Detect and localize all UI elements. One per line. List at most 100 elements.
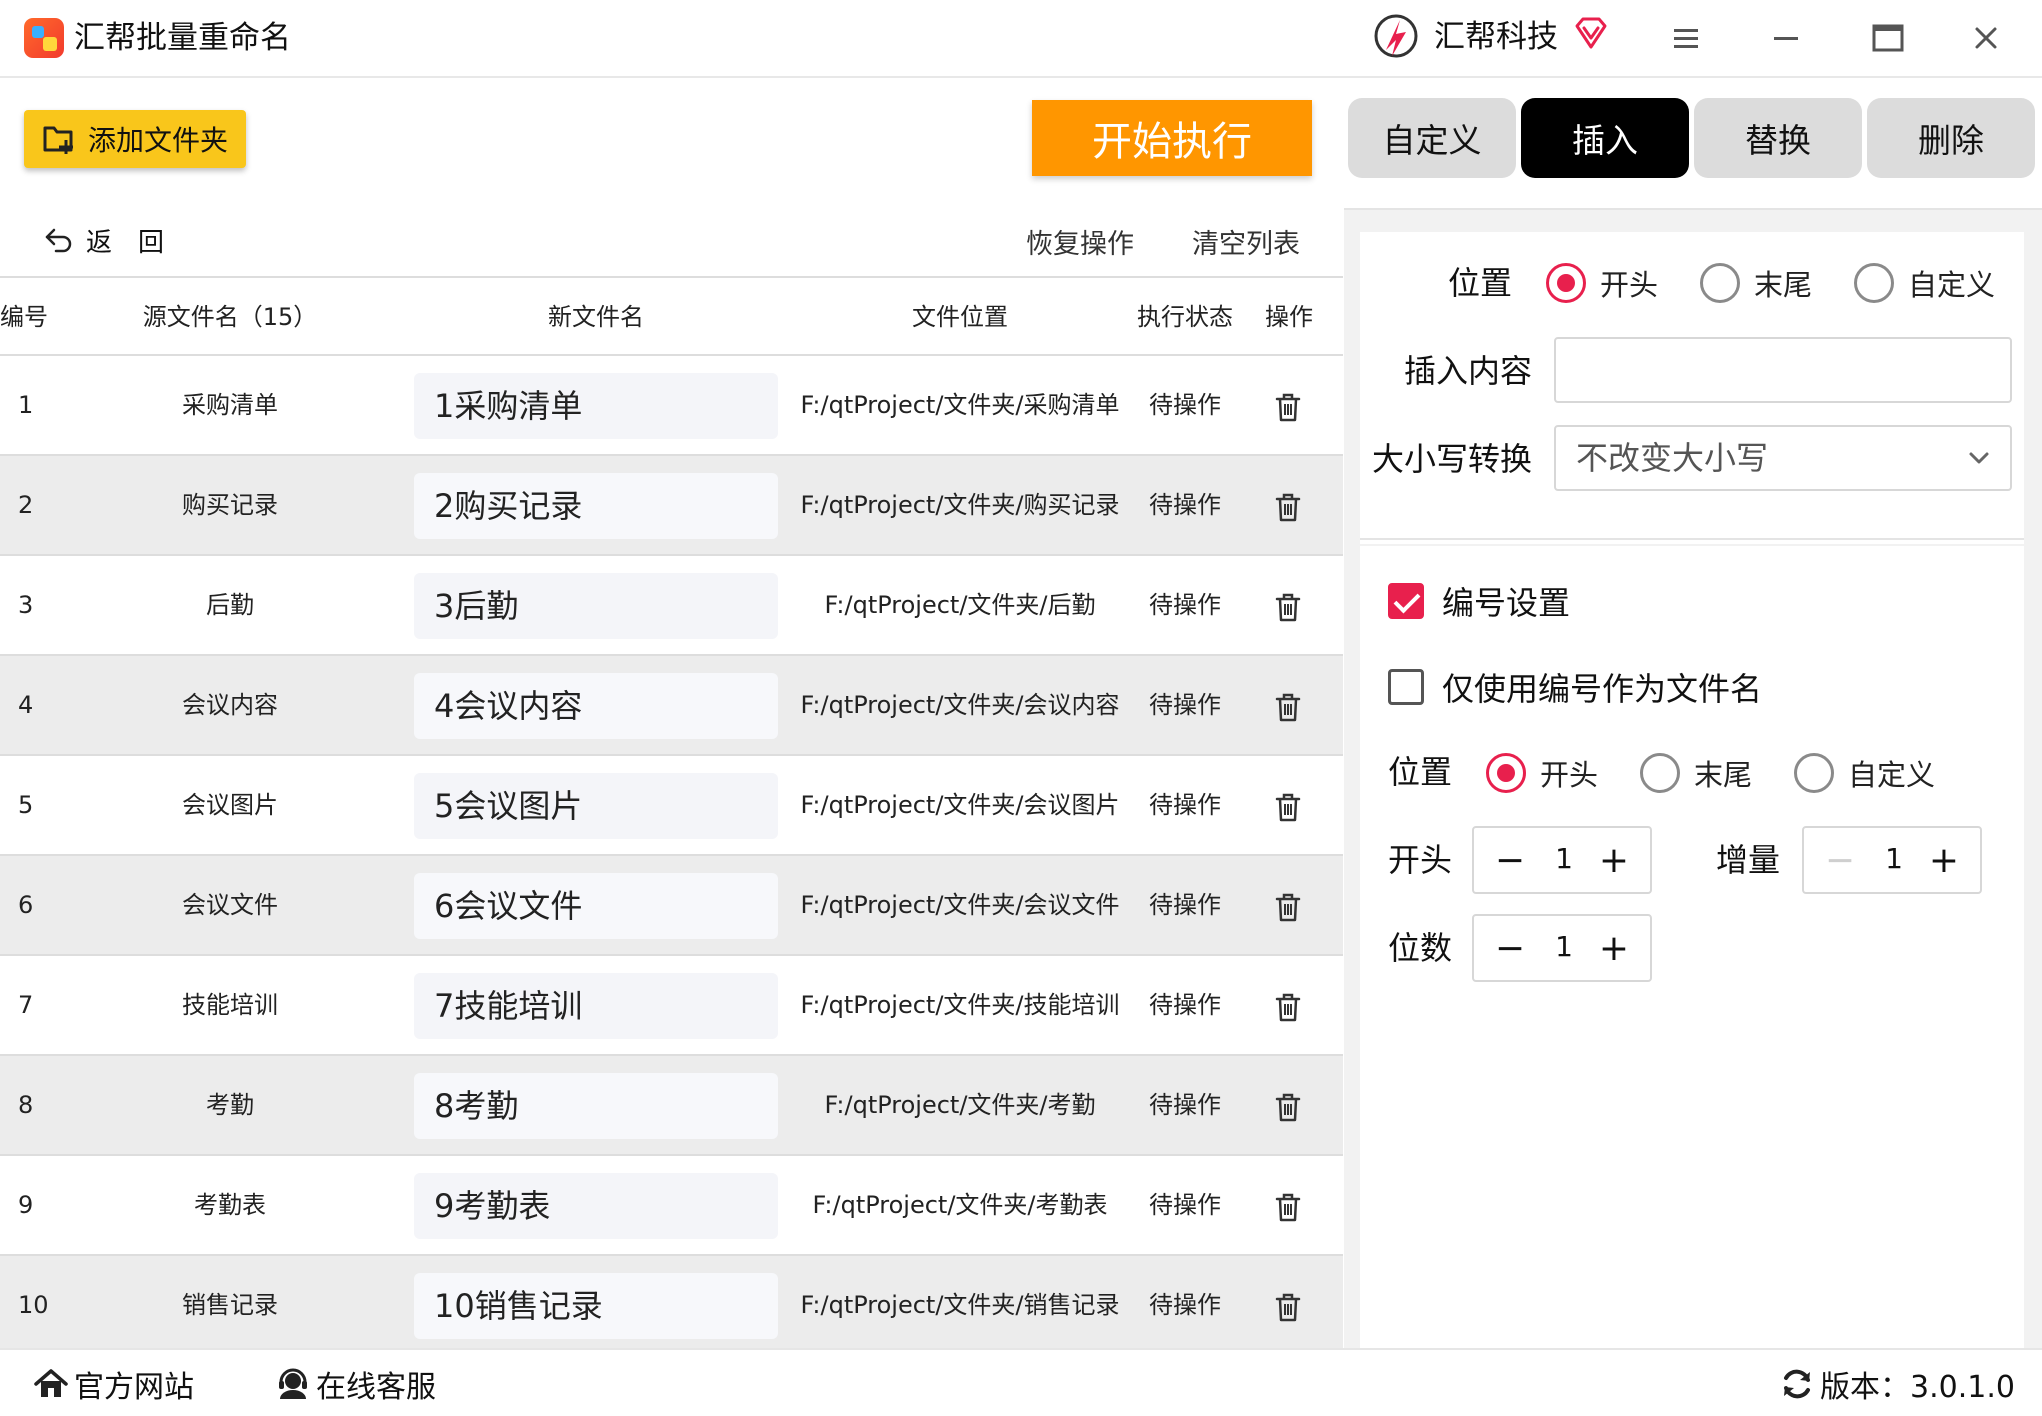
vip-diamond-icon[interactable] — [1574, 16, 1608, 50]
menu-button[interactable] — [1664, 18, 1708, 58]
trash-icon[interactable] — [1274, 1092, 1302, 1122]
official-website-link[interactable]: 官方网站 — [34, 1360, 194, 1408]
source-filename: 会议图片 — [182, 791, 278, 819]
row-number: 4 — [18, 691, 34, 719]
digits-stepper[interactable]: − 1 + — [1472, 914, 1652, 982]
table-row[interactable]: 8 考勤 8考勤 F:/qtProject/文件夹/考勤 待操作 — [0, 1056, 1343, 1156]
col-header-src: 源文件名（15） — [142, 303, 318, 331]
table-row[interactable]: 10 销售记录 10销售记录 F:/qtProject/文件夹/销售记录 待操作 — [0, 1256, 1343, 1356]
refresh-icon — [1784, 1369, 1810, 1399]
close-button[interactable] — [1964, 18, 2008, 58]
new-filename-field[interactable]: 4会议内容 — [414, 673, 778, 739]
new-filename-field[interactable]: 8考勤 — [414, 1073, 778, 1139]
start-decrement-button[interactable]: − — [1492, 840, 1528, 881]
row-number: 7 — [18, 991, 34, 1019]
new-filename-field[interactable]: 3后勤 — [414, 573, 778, 639]
tab-replace[interactable]: 替换 — [1694, 98, 1862, 178]
trash-icon[interactable] — [1274, 592, 1302, 622]
file-location: F:/qtProject/文件夹/后勤 — [824, 591, 1096, 619]
tab-custom[interactable]: 自定义 — [1348, 98, 1516, 178]
trash-icon[interactable] — [1274, 692, 1302, 722]
radio-label: 末尾 — [1694, 758, 1753, 792]
new-filename-field[interactable]: 10销售记录 — [414, 1273, 778, 1339]
insert-position-start-radio[interactable]: 开头 — [1546, 262, 1658, 304]
radio-label: 开头 — [1600, 268, 1659, 302]
start-number-stepper[interactable]: − 1 + — [1472, 826, 1652, 894]
trash-icon[interactable] — [1274, 992, 1302, 1022]
back-label: 返回 — [86, 227, 191, 258]
step-decrement-button[interactable]: − — [1822, 840, 1858, 881]
trash-icon[interactable] — [1274, 792, 1302, 822]
close-icon — [1975, 27, 1997, 49]
digits-value[interactable]: 1 — [1534, 916, 1594, 978]
case-convert-label: 大小写转换 — [1372, 440, 1533, 478]
digits-decrement-button[interactable]: − — [1492, 928, 1528, 969]
row-number: 9 — [18, 1191, 34, 1219]
numbering-position-custom-radio[interactable]: 自定义 — [1794, 752, 1935, 794]
table-row[interactable]: 5 会议图片 5会议图片 F:/qtProject/文件夹/会议图片 待操作 — [0, 756, 1343, 856]
start-button[interactable]: 开始执行 — [1032, 100, 1312, 176]
row-number: 6 — [18, 891, 34, 919]
add-folder-icon — [43, 126, 73, 154]
table-body: 1 采购清单 1采购清单 F:/qtProject/文件夹/采购清单 待操作 2 购买记录 2… — [0, 356, 1343, 1356]
trash-icon[interactable] — [1274, 1292, 1302, 1322]
new-filename-field[interactable]: 2购买记录 — [414, 473, 778, 539]
trash-icon[interactable] — [1274, 1192, 1302, 1222]
table-row[interactable]: 3 后勤 3后勤 F:/qtProject/文件夹/后勤 待操作 — [0, 556, 1343, 656]
source-filename: 销售记录 — [182, 1291, 278, 1319]
trash-icon[interactable] — [1274, 492, 1302, 522]
checkbox-label: 编号设置 — [1442, 584, 1571, 622]
minimize-button[interactable] — [1764, 18, 1808, 58]
step-stepper[interactable]: − 1 + — [1802, 826, 1982, 894]
case-convert-select[interactable]: 不改变大小写 — [1554, 425, 2012, 491]
table-row[interactable]: 9 考勤表 9考勤表 F:/qtProject/文件夹/考勤表 待操作 — [0, 1156, 1343, 1256]
trash-icon[interactable] — [1274, 892, 1302, 922]
exec-status: 待操作 — [1149, 791, 1221, 819]
insert-position-end-radio[interactable]: 末尾 — [1700, 262, 1812, 304]
trash-icon[interactable] — [1274, 392, 1302, 422]
radio-dot — [1546, 263, 1586, 303]
back-button[interactable]: 返回 — [44, 222, 190, 258]
exec-status: 待操作 — [1149, 391, 1221, 419]
case-convert-value: 不改变大小写 — [1576, 439, 1769, 477]
table-row[interactable]: 2 购买记录 2购买记录 F:/qtProject/文件夹/购买记录 待操作 — [0, 456, 1343, 556]
checkbox-box — [1388, 583, 1424, 619]
insert-content-input[interactable] — [1554, 337, 2012, 403]
table-row[interactable]: 6 会议文件 6会议文件 F:/qtProject/文件夹/会议文件 待操作 — [0, 856, 1343, 956]
numbering-position-start-radio[interactable]: 开头 — [1486, 752, 1598, 794]
numbering-position-end-radio[interactable]: 末尾 — [1640, 752, 1752, 794]
start-increment-button[interactable]: + — [1596, 840, 1632, 881]
start-number-value[interactable]: 1 — [1534, 828, 1594, 890]
new-filename-field[interactable]: 9考勤表 — [414, 1173, 778, 1239]
version-label: 版本：3.0.1.0 — [1820, 1370, 2015, 1405]
title-bar: 汇帮批量重命名 汇帮科技 — [0, 0, 2042, 78]
new-filename-field[interactable]: 7技能培训 — [414, 973, 778, 1039]
insert-position-custom-radio[interactable]: 自定义 — [1854, 262, 1995, 304]
numbering-enable-checkbox[interactable]: 编号设置 — [1388, 578, 1570, 624]
source-filename: 技能培训 — [182, 991, 278, 1019]
maximize-button[interactable] — [1866, 18, 1910, 58]
table-row[interactable]: 7 技能培训 7技能培训 F:/qtProject/文件夹/技能培训 待操作 — [0, 956, 1343, 1056]
step-increment-button[interactable]: + — [1926, 840, 1962, 881]
file-location: F:/qtProject/文件夹/销售记录 — [800, 1291, 1120, 1319]
online-service-link[interactable]: 在线客服 — [276, 1360, 436, 1408]
restore-button[interactable]: 恢复操作 — [1026, 222, 1134, 261]
digits-increment-button[interactable]: + — [1596, 928, 1632, 969]
table-row[interactable]: 1 采购清单 1采购清单 F:/qtProject/文件夹/采购清单 待操作 — [0, 356, 1343, 456]
add-folder-button[interactable]: 添加文件夹 — [24, 110, 246, 168]
step-value[interactable]: 1 — [1864, 828, 1924, 890]
version-info[interactable]: 版本：3.0.1.0 — [1780, 1360, 2015, 1408]
exec-status: 待操作 — [1149, 1291, 1221, 1319]
status-bar: 官方网站 在线客服 版本：3.0.1.0 — [0, 1348, 2042, 1416]
radio-label: 末尾 — [1754, 268, 1813, 302]
table-row[interactable]: 4 会议内容 4会议内容 F:/qtProject/文件夹/会议内容 待操作 — [0, 656, 1343, 756]
new-filename-field[interactable]: 6会议文件 — [414, 873, 778, 939]
new-filename-field[interactable]: 5会议图片 — [414, 773, 778, 839]
insert-position-label: 位置 — [1448, 264, 1513, 302]
source-filename: 采购清单 — [182, 391, 278, 419]
clear-list-button[interactable]: 清空列表 — [1192, 222, 1300, 261]
only-number-checkbox[interactable]: 仅使用编号作为文件名 — [1388, 664, 1762, 710]
tab-delete[interactable]: 删除 — [1867, 98, 2035, 178]
tab-insert[interactable]: 插入 — [1521, 98, 1689, 178]
new-filename-field[interactable]: 1采购清单 — [414, 373, 778, 439]
